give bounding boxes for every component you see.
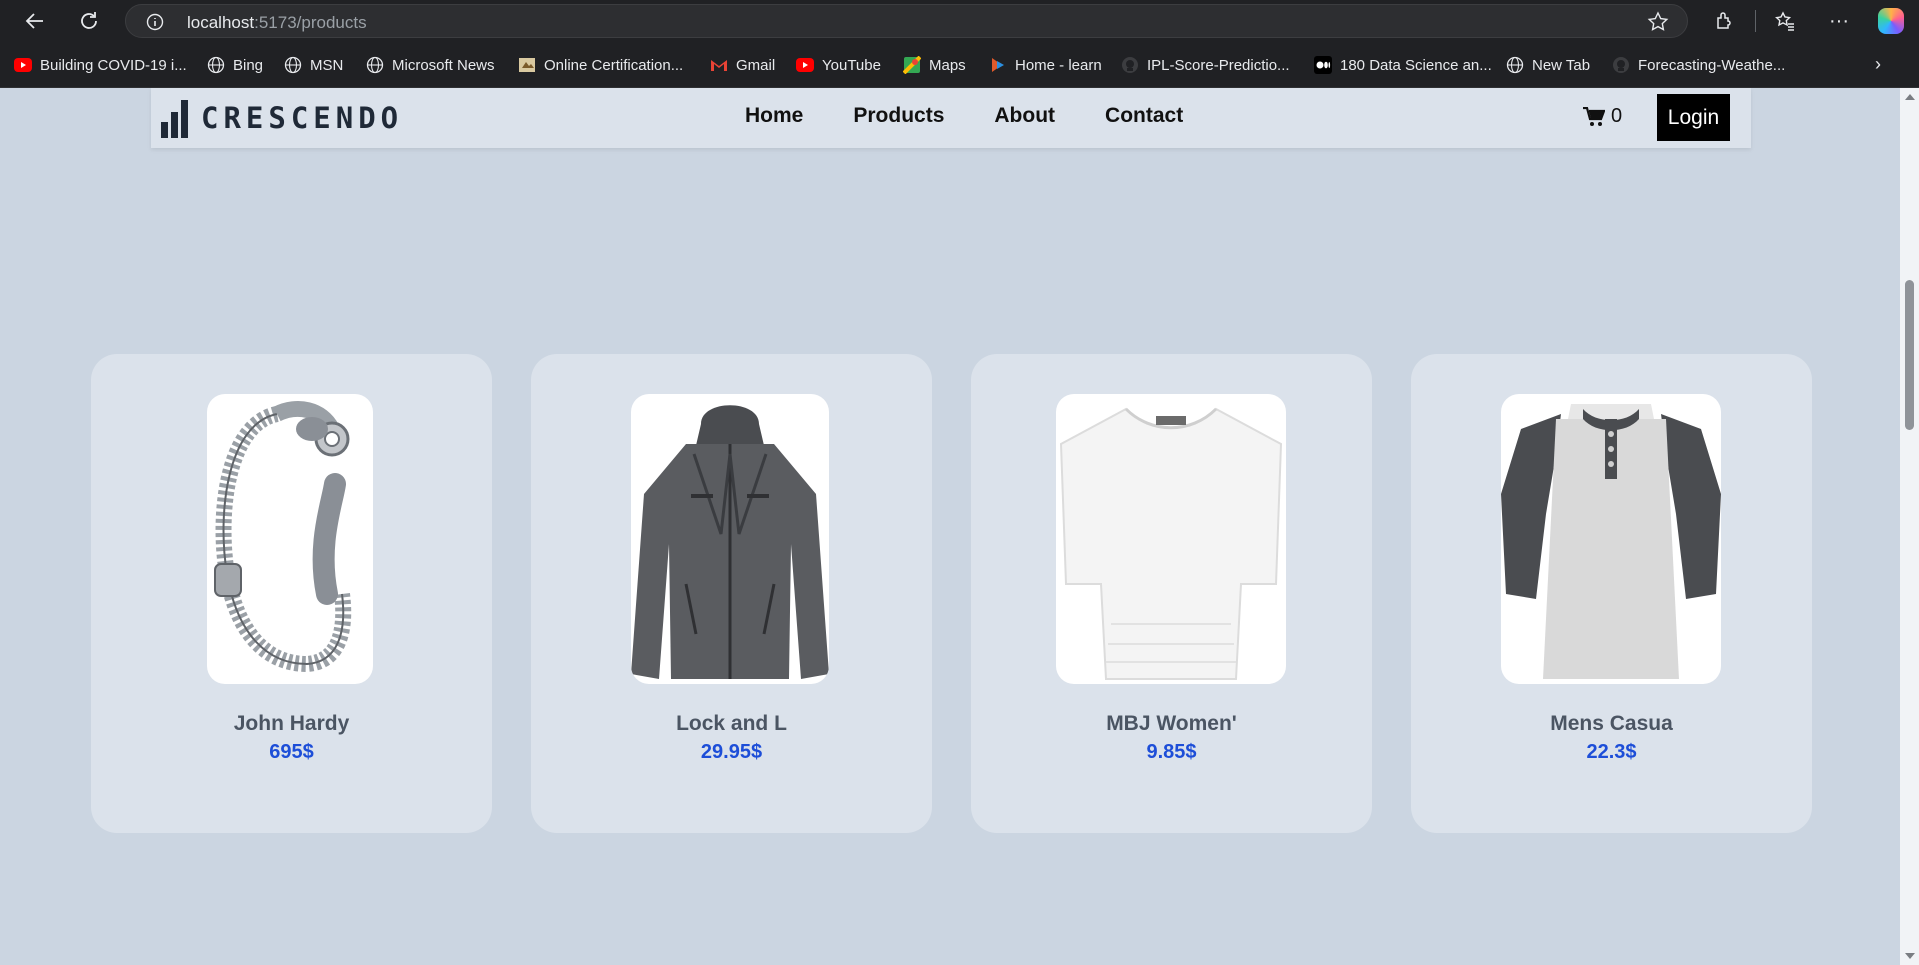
toolbar-divider	[1755, 10, 1756, 32]
nav-about-link[interactable]: About	[994, 104, 1055, 128]
cart-count: 0	[1611, 105, 1623, 127]
bookmark-item[interactable]: Home - learn	[989, 54, 1102, 76]
browser-toolbar: localhost:5173/products ···	[0, 0, 1919, 42]
bookmark-item[interactable]: Building COVID-19 i...	[14, 54, 187, 76]
bookmark-item[interactable]: New Tab	[1506, 54, 1590, 76]
bracelet-image	[214, 401, 352, 673]
github-icon	[1121, 56, 1139, 74]
main-menu: Home Products About Contact	[745, 104, 1183, 128]
henley-shirt-image	[1501, 404, 1721, 679]
more-options-button[interactable]: ···	[1824, 6, 1854, 36]
globe-icon	[366, 56, 384, 74]
reload-icon	[81, 12, 97, 29]
bookmark-item[interactable]: IPL-Score-Predictio...	[1121, 54, 1290, 76]
product-price: 22.3$	[1586, 741, 1637, 763]
certificate-icon	[518, 56, 536, 74]
url-text: localhost:5173/products	[187, 13, 367, 32]
youtube-icon	[14, 56, 32, 74]
product-image-henley[interactable]	[1501, 394, 1721, 684]
cart-button[interactable]: 0	[1583, 105, 1622, 128]
product-card[interactable]: Mens Casua 22.3$	[1411, 354, 1812, 833]
copilot-icon[interactable]	[1878, 8, 1904, 34]
bars-logo-icon	[161, 100, 188, 138]
bookmark-item[interactable]: MSN	[284, 54, 343, 76]
product-card[interactable]: Lock and L 29.95$	[531, 354, 932, 833]
login-button[interactable]: Login	[1657, 94, 1730, 141]
nav-products-link[interactable]: Products	[853, 104, 944, 128]
shopping-cart-icon	[1583, 106, 1605, 126]
address-bar[interactable]: localhost:5173/products	[125, 4, 1688, 38]
maps-icon	[903, 56, 921, 74]
logo-text: CRESCENDO	[201, 101, 404, 135]
medium-icon	[1314, 56, 1332, 74]
product-image-tshirt[interactable]	[1056, 394, 1286, 684]
site-info-icon[interactable]	[146, 13, 164, 31]
product-image-bracelet[interactable]	[207, 394, 373, 684]
jacket-image	[631, 405, 829, 679]
product-price: 695$	[269, 741, 314, 763]
bookmark-item[interactable]: Maps	[903, 54, 966, 76]
page-scrollbar[interactable]	[1900, 88, 1919, 965]
bookmark-item[interactable]: Online Certification...	[518, 54, 683, 76]
back-button[interactable]	[17, 3, 53, 39]
favorites-button[interactable]	[1770, 6, 1800, 36]
bookmarks-overflow-chevron-icon[interactable]: ›	[1875, 54, 1881, 75]
bookmarks-bar: Building COVID-19 i... Bing MSN Microsof…	[0, 42, 1919, 88]
reload-button[interactable]	[71, 3, 107, 39]
product-name: Lock and L	[676, 712, 787, 735]
globe-icon	[1506, 56, 1524, 74]
scroll-down-arrow-icon[interactable]	[1905, 953, 1915, 959]
tshirt-image	[1059, 407, 1283, 680]
bookmark-item[interactable]: Gmail	[710, 54, 775, 76]
scroll-up-arrow-icon[interactable]	[1905, 94, 1915, 100]
scroll-thumb[interactable]	[1905, 280, 1914, 430]
learn-icon	[989, 56, 1007, 74]
globe-icon	[284, 56, 302, 74]
products-page: CRESCENDO Home Products About Contact 0 …	[0, 88, 1900, 965]
puzzle-icon	[1717, 12, 1731, 29]
nav-home-link[interactable]: Home	[745, 104, 803, 128]
github-icon	[1612, 56, 1630, 74]
crescendo-logo[interactable]: CRESCENDO	[161, 98, 403, 138]
bookmark-item[interactable]: Bing	[207, 54, 263, 76]
product-card[interactable]: John Hardy 695$	[91, 354, 492, 833]
bookmark-item[interactable]: YouTube	[796, 54, 881, 76]
ellipsis-icon: ···	[1829, 9, 1849, 32]
globe-icon	[207, 56, 225, 74]
product-price: 29.95$	[700, 741, 763, 763]
gmail-icon	[710, 56, 728, 74]
product-name: Mens Casua	[1550, 712, 1673, 735]
nav-contact-link[interactable]: Contact	[1105, 104, 1183, 128]
product-card[interactable]: MBJ Women' 9.85$	[971, 354, 1372, 833]
product-name: John Hardy	[233, 712, 350, 735]
site-navbar: CRESCENDO Home Products About Contact 0 …	[151, 88, 1751, 148]
product-price: 9.85$	[1146, 741, 1197, 763]
favorites-list-icon	[1775, 11, 1794, 31]
bookmark-item[interactable]: Microsoft News	[366, 54, 495, 76]
bookmark-item[interactable]: Forecasting-Weathe...	[1612, 54, 1785, 76]
product-image-jacket[interactable]	[631, 394, 829, 684]
bookmark-item[interactable]: 180 Data Science an...	[1314, 54, 1492, 76]
back-arrow-icon	[25, 13, 43, 29]
favorite-star-icon[interactable]	[1647, 11, 1669, 33]
youtube-icon	[796, 56, 814, 74]
extensions-button[interactable]	[1709, 6, 1739, 36]
product-name: MBJ Women'	[1106, 712, 1237, 735]
